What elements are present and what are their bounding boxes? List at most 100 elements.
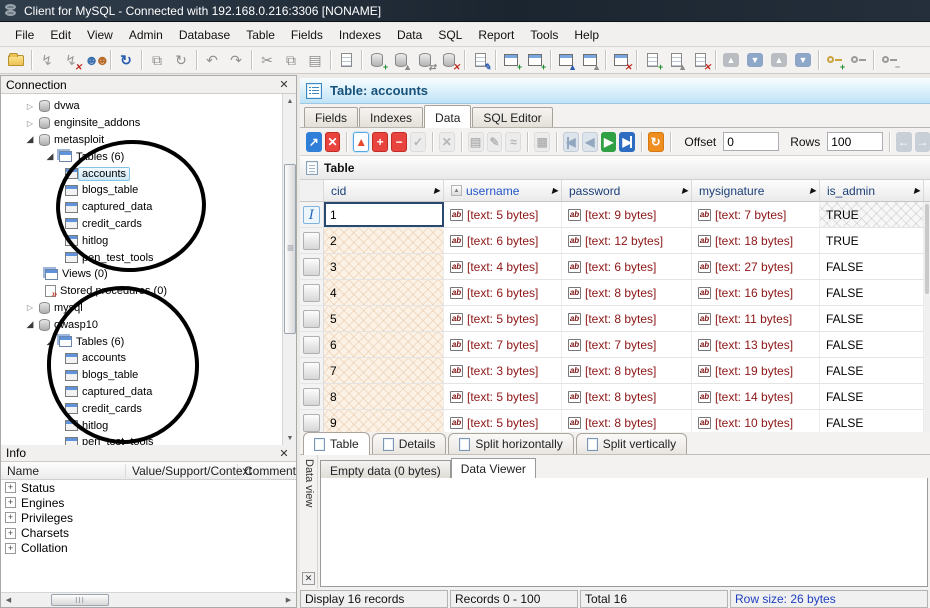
create-record-icon[interactable]: + [640, 49, 664, 72]
tree-item-metasploit[interactable]: ◢metasploit [1, 132, 296, 149]
last-record-icon[interactable]: ▶ [619, 132, 635, 152]
tab-sql-editor[interactable]: SQL Editor [472, 107, 552, 127]
row-selector[interactable] [300, 358, 324, 383]
expander-icon[interactable]: ◢ [25, 319, 35, 330]
expander-icon[interactable]: ▷ [25, 102, 35, 111]
tree-item-owasp10[interactable]: ◢owasp10 [1, 316, 296, 333]
row-selector[interactable] [300, 384, 324, 409]
drop-key-icon[interactable]: − [877, 49, 901, 72]
cell-password[interactable]: ab[text: 8 bytes] [562, 280, 692, 305]
expander-icon[interactable]: ▷ [25, 119, 35, 128]
tab-fields[interactable]: Fields [304, 107, 358, 127]
sync-database-icon[interactable]: ⇄ [413, 49, 437, 72]
add-key-icon[interactable]: + [822, 49, 846, 72]
cell-username[interactable]: ab[text: 7 bytes] [444, 332, 562, 357]
tree-item-enginsite-addons[interactable]: ▷enginsite_addons [1, 115, 296, 132]
close-info-panel-icon[interactable]: ✕ [277, 447, 291, 460]
scroll-bottom-icon[interactable]: ▼ [791, 49, 815, 72]
tree-item-accounts-2[interactable]: accounts [1, 350, 296, 367]
cell-cid[interactable]: 6 [324, 332, 444, 357]
paste-record-icon[interactable]: ▤ [468, 132, 484, 152]
column-header-mysignature[interactable]: mysignature▶ [692, 180, 820, 201]
cell-is-admin[interactable]: FALSE [820, 358, 924, 383]
cell-mysignature[interactable]: ab[text: 10 bytes] [692, 410, 820, 432]
cell-username[interactable]: ab[text: 3 bytes] [444, 358, 562, 383]
upload-table-icon[interactable]: ▲ [554, 49, 578, 72]
scroll-left-arrow-icon[interactable]: ◀ [1, 593, 16, 607]
filter-arrow-icon[interactable]: ▶ [810, 186, 816, 195]
cell-cid[interactable]: 8 [324, 384, 444, 409]
first-record-icon[interactable]: ◀ [563, 132, 579, 152]
cell-password[interactable]: ab[text: 8 bytes] [562, 306, 692, 331]
cell-mysignature[interactable]: ab[text: 18 bytes] [692, 228, 820, 253]
redo-icon[interactable]: ↷ [224, 49, 248, 72]
sort-indicator-icon[interactable]: ▲ [451, 185, 462, 196]
info-horizontal-scrollbar[interactable]: ◀ III ▶ [1, 592, 296, 607]
cell-username[interactable]: ab[text: 6 bytes] [444, 228, 562, 253]
tree-item-hitlog[interactable]: hitlog [1, 232, 296, 249]
edit-key-icon[interactable] [846, 49, 870, 72]
menu-table[interactable]: Table [239, 25, 282, 45]
undo-icon[interactable]: ↶ [200, 49, 224, 72]
cell-mysignature[interactable]: ab[text: 13 bytes] [692, 332, 820, 357]
view-tab-split-vertically[interactable]: Split vertically [576, 433, 687, 454]
sort-ascending-icon[interactable]: ▲ [353, 132, 369, 152]
info-col-comment[interactable]: Comment [238, 464, 296, 478]
tree-item-dvwa[interactable]: ▷dvwa [1, 98, 296, 115]
menu-admin[interactable]: Admin [122, 25, 170, 45]
cell-mysignature[interactable]: ab[text: 11 bytes] [692, 306, 820, 331]
drop-record-icon[interactable]: ✕ [688, 49, 712, 72]
tree-item-captured-data-2[interactable]: captured_data [1, 384, 296, 401]
cell-is-admin[interactable]: TRUE [820, 228, 924, 253]
cell-mysignature[interactable]: ab[text: 14 bytes] [692, 384, 820, 409]
cell-username[interactable]: ab[text: 5 bytes] [444, 384, 562, 409]
maximize-grid-icon[interactable]: ↗ [306, 132, 322, 152]
tree-item-pen-test-tools[interactable]: pen_test_tools [1, 249, 296, 266]
cell-username[interactable]: ab[text: 5 bytes] [444, 410, 562, 432]
cell-cid[interactable]: 3 [324, 254, 444, 279]
scroll-top-icon[interactable]: ▲ [719, 49, 743, 72]
cancel-changes-icon[interactable]: ✕ [439, 132, 455, 152]
menu-file[interactable]: File [8, 25, 41, 45]
open-file-icon[interactable] [4, 49, 28, 72]
tree-item-stored-procedures[interactable]: Stored procedures (0) [1, 283, 296, 300]
tree-item-tables-metasploit[interactable]: ◢Tables (6) [1, 148, 296, 165]
cell-cid[interactable]: 7 [324, 358, 444, 383]
expander-icon[interactable]: ◢ [45, 151, 55, 162]
create-table-snapshot-icon[interactable]: + [523, 49, 547, 72]
paste-special-icon[interactable] [334, 49, 358, 72]
row-selector[interactable] [300, 332, 324, 357]
info-row-engines[interactable]: +Engines [1, 495, 296, 510]
row-selector[interactable] [300, 410, 324, 432]
refresh-data-icon[interactable]: ↻ [648, 132, 664, 152]
tree-item-tables-owasp10[interactable]: ◢Tables (6) [1, 333, 296, 350]
cell-is-admin[interactable]: FALSE [820, 306, 924, 331]
expander-icon[interactable]: ◢ [25, 134, 35, 145]
expand-plus-icon[interactable]: + [5, 482, 16, 493]
expand-plus-icon[interactable]: + [5, 512, 16, 523]
column-header-password[interactable]: password▶ [562, 180, 692, 201]
create-table-icon[interactable]: + [499, 49, 523, 72]
expand-plus-icon[interactable]: + [5, 543, 16, 554]
cell-mysignature[interactable]: ab[text: 27 bytes] [692, 254, 820, 279]
row-selector[interactable] [300, 280, 324, 305]
filter-arrow-icon[interactable]: ▶ [552, 186, 558, 195]
menu-tools[interactable]: Tools [523, 25, 565, 45]
info-row-charsets[interactable]: +Charsets [1, 526, 296, 541]
cell-password[interactable]: ab[text: 12 bytes] [562, 228, 692, 253]
view-tab-details[interactable]: Details [372, 433, 447, 454]
cell-username[interactable]: ab[text: 4 bytes] [444, 254, 562, 279]
tree-item-views-metasploit[interactable]: Views (0) [1, 266, 296, 283]
refresh-icon[interactable]: ↻ [114, 49, 138, 72]
expand-plus-icon[interactable]: + [5, 528, 16, 539]
row-selector[interactable] [300, 254, 324, 279]
tab-empty-data[interactable]: Empty data (0 bytes) [320, 460, 451, 479]
synchronize-icon[interactable]: ↻ [169, 49, 193, 72]
cut-icon[interactable]: ✂ [255, 49, 279, 72]
prev-page-icon[interactable]: ← [896, 132, 912, 152]
grid-vertical-scrollbar[interactable] [924, 202, 930, 432]
tree-item-credit-cards-2[interactable]: credit_cards [1, 400, 296, 417]
create-database-icon[interactable]: + [365, 49, 389, 72]
drop-database-icon[interactable]: ✕ [437, 49, 461, 72]
tree-scrollbar[interactable]: ▲ ▼ [282, 94, 296, 445]
